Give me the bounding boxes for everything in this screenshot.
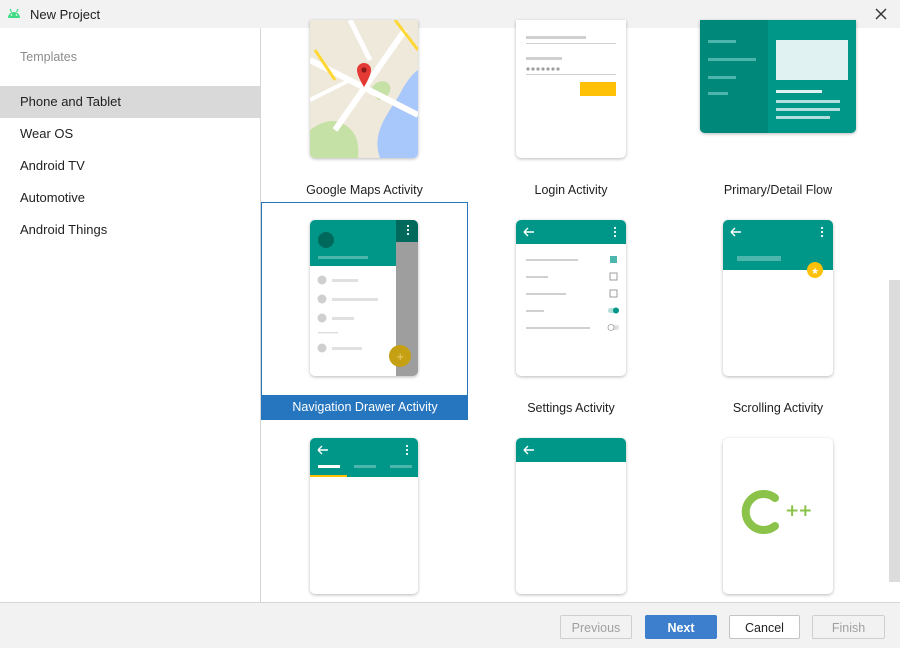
sidebar-item-wear-os[interactable]: Wear OS xyxy=(0,118,260,150)
template-card-settings[interactable] xyxy=(516,220,626,376)
template-card-login[interactable] xyxy=(516,20,626,158)
template-category-sidebar: Templates Phone and Tablet Wear OS Andro… xyxy=(0,28,261,602)
template-label-navigation-drawer: Navigation Drawer Activity xyxy=(262,395,468,419)
cpp-logo-icon xyxy=(741,490,779,534)
template-card-native-cpp[interactable]: ++ xyxy=(723,438,833,594)
navigation-drawer-preview-icon: + xyxy=(310,220,418,376)
android-logo-icon xyxy=(8,8,20,18)
settings-preview-icon xyxy=(516,220,626,331)
template-card-scrolling[interactable]: ★ xyxy=(723,220,833,376)
svg-text:+: + xyxy=(396,352,404,363)
scrolling-preview-icon: ★ xyxy=(723,220,833,278)
close-icon[interactable] xyxy=(872,5,890,23)
previous-button[interactable]: Previous xyxy=(560,615,632,639)
window-title: New Project xyxy=(30,7,101,22)
tabbed-preview-icon xyxy=(310,438,418,477)
map-preview-icon xyxy=(310,20,418,158)
finish-button[interactable]: Finish xyxy=(812,615,885,639)
template-label-scrolling: Scrolling Activity xyxy=(732,401,824,415)
map-pin-icon xyxy=(357,63,371,87)
vertical-scrollbar[interactable] xyxy=(889,280,900,582)
template-card-navigation-drawer[interactable]: + xyxy=(310,220,418,376)
login-preview-icon xyxy=(526,36,616,96)
template-label-login: Login Activity xyxy=(534,183,608,197)
sidebar-item-phone-and-tablet[interactable]: Phone and Tablet xyxy=(0,86,260,118)
template-card-primary-detail[interactable] xyxy=(700,20,856,133)
next-button[interactable]: Next xyxy=(645,615,717,639)
cancel-button[interactable]: Cancel xyxy=(729,615,800,639)
template-label-settings: Settings Activity xyxy=(527,401,615,415)
template-card-google-maps[interactable] xyxy=(310,20,418,158)
sidebar-item-android-tv[interactable]: Android TV xyxy=(0,150,260,182)
template-label-google-maps: Google Maps Activity xyxy=(306,183,423,197)
cpp-plus-glyph: ++ xyxy=(785,501,812,521)
template-label-primary-detail: Primary/Detail Flow xyxy=(723,183,833,197)
sidebar-heading: Templates xyxy=(20,50,77,64)
template-card-tabbed[interactable] xyxy=(310,438,418,594)
template-card-basic[interactable] xyxy=(516,438,626,594)
basic-preview-icon xyxy=(516,438,626,462)
primary-detail-preview-icon xyxy=(700,20,856,133)
sidebar-item-automotive[interactable]: Automotive xyxy=(0,182,260,214)
sidebar-item-android-things[interactable]: Android Things xyxy=(0,214,260,246)
svg-text:★: ★ xyxy=(811,267,819,277)
dialog-button-bar: Previous Next Cancel Finish xyxy=(0,602,900,648)
